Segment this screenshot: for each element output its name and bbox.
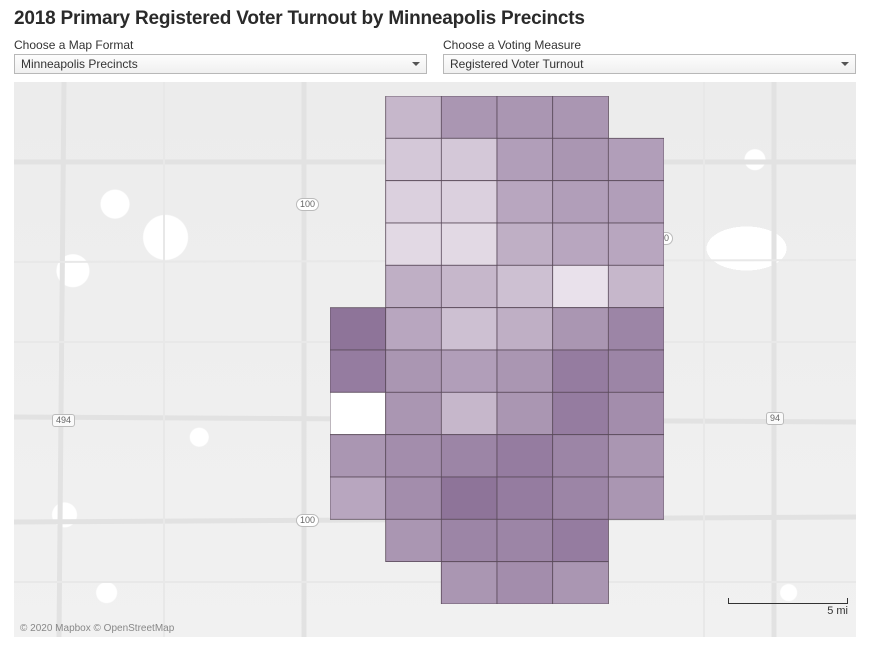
precinct-cell[interactable] bbox=[386, 350, 442, 392]
precinct-cell[interactable] bbox=[553, 138, 609, 180]
precinct-cell[interactable] bbox=[553, 308, 609, 350]
precinct-cell[interactable] bbox=[441, 562, 497, 604]
precinct-cell[interactable] bbox=[608, 477, 664, 519]
precinct-cell[interactable] bbox=[441, 223, 497, 265]
precinct-cell[interactable] bbox=[497, 96, 553, 138]
map-format-value: Minneapolis Precincts bbox=[21, 57, 138, 71]
precinct-cell[interactable] bbox=[608, 223, 664, 265]
precinct-cell[interactable] bbox=[553, 223, 609, 265]
precinct-cell[interactable] bbox=[497, 308, 553, 350]
precinct-cell[interactable] bbox=[330, 435, 386, 477]
precinct-cell[interactable] bbox=[441, 308, 497, 350]
precinct-cell[interactable] bbox=[441, 181, 497, 223]
map-format-dropdown[interactable]: Minneapolis Precincts bbox=[14, 54, 427, 74]
precinct-cell[interactable] bbox=[386, 477, 442, 519]
precinct-cell[interactable] bbox=[386, 96, 442, 138]
precinct-cell[interactable] bbox=[497, 265, 553, 307]
precinct-cell[interactable] bbox=[386, 519, 442, 561]
precinct-cell[interactable] bbox=[330, 308, 386, 350]
voting-measure-group: Choose a Voting Measure Registered Voter… bbox=[443, 38, 856, 74]
road-shield-i494: 494 bbox=[52, 414, 75, 427]
voting-measure-label: Choose a Voting Measure bbox=[443, 38, 856, 52]
precinct-cell[interactable] bbox=[553, 181, 609, 223]
precinct-cell[interactable] bbox=[608, 265, 664, 307]
precinct-cell[interactable] bbox=[441, 392, 497, 434]
precinct-cell[interactable] bbox=[386, 223, 442, 265]
precinct-cell[interactable] bbox=[386, 392, 442, 434]
page-title: 2018 Primary Registered Voter Turnout by… bbox=[14, 8, 856, 30]
precinct-cell[interactable] bbox=[497, 181, 553, 223]
precinct-cell[interactable] bbox=[441, 350, 497, 392]
precinct-cell[interactable] bbox=[608, 308, 664, 350]
precinct-cell[interactable] bbox=[553, 519, 609, 561]
map-format-group: Choose a Map Format Minneapolis Precinct… bbox=[14, 38, 427, 74]
precinct-cell[interactable] bbox=[386, 435, 442, 477]
precinct-cell[interactable] bbox=[386, 138, 442, 180]
map-format-label: Choose a Map Format bbox=[14, 38, 427, 52]
voting-measure-value: Registered Voter Turnout bbox=[450, 57, 583, 71]
precinct-cell[interactable] bbox=[386, 265, 442, 307]
precinct-cell[interactable] bbox=[608, 181, 664, 223]
road-shield-i94: 94 bbox=[766, 412, 784, 425]
precinct-cell[interactable] bbox=[553, 392, 609, 434]
precinct-cell[interactable] bbox=[553, 435, 609, 477]
precinct-cell[interactable] bbox=[497, 435, 553, 477]
precinct-cell[interactable] bbox=[330, 477, 386, 519]
precinct-cell[interactable] bbox=[553, 265, 609, 307]
precinct-cell[interactable] bbox=[497, 519, 553, 561]
precinct-cell[interactable] bbox=[330, 392, 386, 434]
scale-bar: 5 mi bbox=[728, 598, 848, 617]
precinct-cell[interactable] bbox=[497, 223, 553, 265]
map-viewport[interactable]: 100 100 494 94 280 5 mi © 2020 Mapbox © … bbox=[14, 82, 856, 637]
scale-bar-label: 5 mi bbox=[827, 605, 848, 617]
header: 2018 Primary Registered Voter Turnout by… bbox=[0, 0, 870, 36]
road-shield-100a: 100 bbox=[296, 198, 319, 211]
precinct-cell[interactable] bbox=[497, 392, 553, 434]
precinct-cell[interactable] bbox=[441, 265, 497, 307]
chevron-down-icon bbox=[412, 62, 420, 66]
controls-row: Choose a Map Format Minneapolis Precinct… bbox=[0, 36, 870, 82]
precinct-cell[interactable] bbox=[497, 477, 553, 519]
choropleth-layer bbox=[330, 96, 664, 604]
precinct-cell[interactable] bbox=[330, 350, 386, 392]
voting-measure-dropdown[interactable]: Registered Voter Turnout bbox=[443, 54, 856, 74]
road-shield-100b: 100 bbox=[296, 514, 319, 527]
precinct-cell[interactable] bbox=[553, 477, 609, 519]
precinct-cell[interactable] bbox=[497, 562, 553, 604]
precinct-cell[interactable] bbox=[386, 181, 442, 223]
precinct-cell[interactable] bbox=[441, 477, 497, 519]
precinct-cell[interactable] bbox=[386, 308, 442, 350]
scale-bar-line bbox=[728, 598, 848, 604]
precinct-cell[interactable] bbox=[441, 138, 497, 180]
chevron-down-icon bbox=[841, 62, 849, 66]
precinct-cell[interactable] bbox=[441, 435, 497, 477]
precinct-cell[interactable] bbox=[553, 562, 609, 604]
precinct-cell[interactable] bbox=[497, 138, 553, 180]
precinct-cell[interactable] bbox=[608, 435, 664, 477]
precinct-cell[interactable] bbox=[553, 350, 609, 392]
precinct-cell[interactable] bbox=[441, 96, 497, 138]
precinct-cell[interactable] bbox=[608, 138, 664, 180]
precinct-cell[interactable] bbox=[608, 350, 664, 392]
precinct-cell[interactable] bbox=[553, 96, 609, 138]
map-attribution: © 2020 Mapbox © OpenStreetMap bbox=[20, 623, 174, 634]
precinct-cell[interactable] bbox=[497, 350, 553, 392]
precinct-cell[interactable] bbox=[608, 392, 664, 434]
precinct-cell[interactable] bbox=[441, 519, 497, 561]
